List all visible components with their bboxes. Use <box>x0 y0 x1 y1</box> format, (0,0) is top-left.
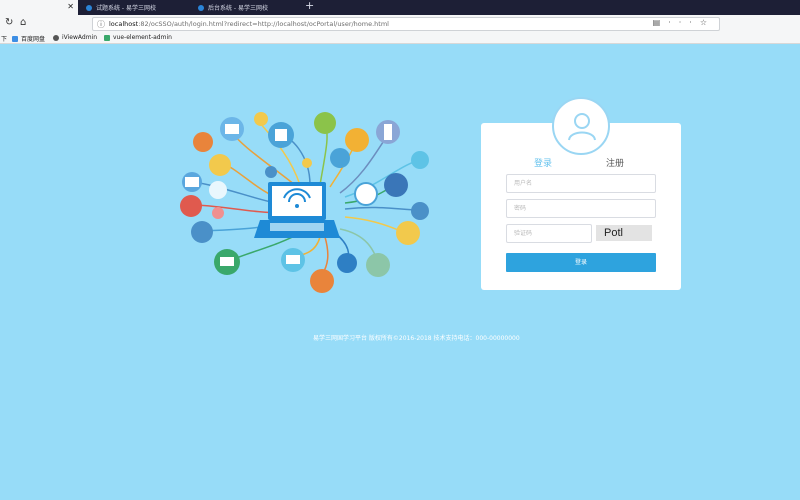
password-field[interactable]: 密码 <box>506 199 656 218</box>
tab-label: 后台系统 - 易学三网校 <box>208 5 268 12</box>
tab-register[interactable]: 注册 <box>606 156 624 169</box>
captcha-field[interactable]: 验证码 <box>506 224 592 243</box>
login-button[interactable]: 登录 <box>506 253 656 272</box>
browser-tab-active[interactable]: ✕ <box>0 0 78 15</box>
footer-copyright: 易学三网国学习平台 版权所有©2016-2018 技术支持电话：000-0000… <box>313 335 520 342</box>
browser-tab-admin[interactable]: 后台系统 - 易学三网校 <box>192 0 302 15</box>
user-icon <box>568 113 596 141</box>
bookmark-vue-element-admin[interactable]: vue-element-admin <box>104 34 172 41</box>
edge-icon <box>86 4 92 11</box>
network-illustration <box>180 112 429 293</box>
info-icon: ⓘ <box>97 20 105 29</box>
bookmark-label: iViewAdmin <box>62 34 98 41</box>
tab-login[interactable]: 登录 <box>534 156 552 169</box>
bookmark-iviewadmin[interactable]: iViewAdmin <box>53 34 97 41</box>
globe-icon <box>53 34 59 41</box>
bookmarks-bar: 下 百度网盘 iViewAdmin vue-element-admin <box>0 33 800 44</box>
browser-tab-exam[interactable]: 试题系统 - 易学三网校 <box>80 0 190 15</box>
captcha-image[interactable]: Potl <box>596 225 652 241</box>
address-bar[interactable]: ⓘ localhost:82/ocSSO/auth/login.html?red… <box>92 17 720 31</box>
bookmark-label: vue-element-admin <box>113 34 172 41</box>
vue-icon <box>104 34 110 41</box>
edge-icon <box>198 4 204 11</box>
avatar <box>552 97 610 155</box>
tab-label: 试题系统 - 易学三网校 <box>96 5 156 12</box>
home-icon[interactable]: ⌂ <box>20 17 26 28</box>
url-text: localhost:82/ocSSO/auth/login.html?redir… <box>109 20 389 28</box>
new-tab-button[interactable]: + <box>305 0 314 12</box>
close-tab-icon[interactable]: ✕ <box>67 2 74 11</box>
browser-tab-bar: ✕ 试题系统 - 易学三网校 后台系统 - 易学三网校 + <box>0 0 800 15</box>
reload-icon[interactable]: ↻ <box>5 17 13 28</box>
browser-nav-bar: ↻ ⌂ ⓘ localhost:82/ocSSO/auth/login.html… <box>0 15 800 33</box>
username-field[interactable]: 用户名 <box>506 174 656 193</box>
cloud-icon <box>12 35 18 42</box>
bookmark-lead: 下 <box>1 36 8 43</box>
address-bar-actions[interactable]: ▤···☆ <box>653 18 715 27</box>
bookmark-baidu-pan[interactable]: 百度网盘 <box>12 34 45 43</box>
bookmark-label: 百度网盘 <box>21 36 46 43</box>
